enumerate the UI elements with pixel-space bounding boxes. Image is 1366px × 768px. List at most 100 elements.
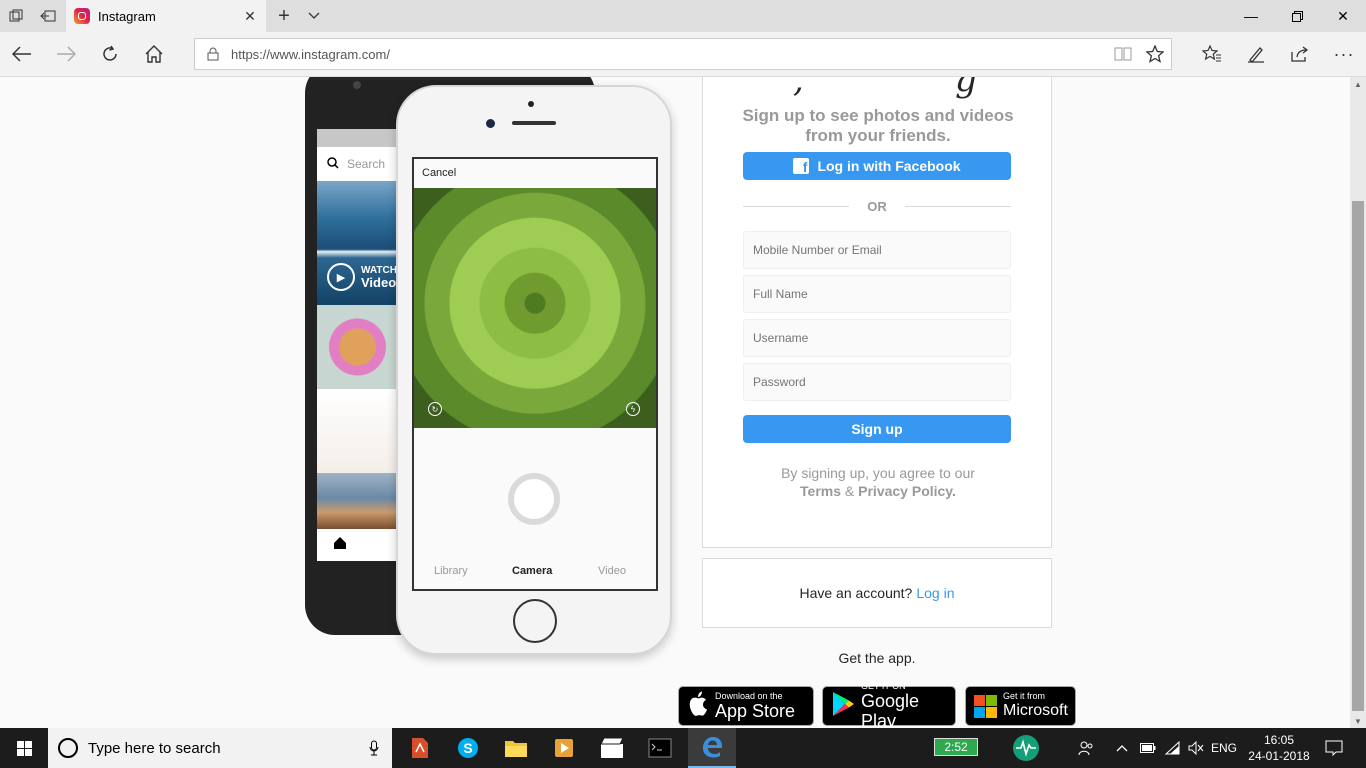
have-account-text: Have an account?: [799, 585, 913, 601]
app-store-small-text: Download on the: [715, 691, 783, 701]
phone-front-image: Cancel ↻ ϟ Library Camera Video: [396, 85, 672, 655]
url-text[interactable]: https://www.instagram.com/: [231, 47, 1107, 62]
movie-maker-icon[interactable]: [588, 728, 636, 768]
microsoft-small-text: Get it from: [1003, 691, 1046, 701]
google-play-small-text: GET IT ON: [861, 681, 906, 691]
phone-home-button: [513, 599, 557, 643]
clock-time: 16:05: [1263, 733, 1295, 747]
set-tabs-aside-icon[interactable]: [32, 0, 64, 32]
username-field[interactable]: [743, 319, 1011, 357]
close-window-button[interactable]: ✕: [1320, 0, 1366, 32]
instagram-favicon-icon: [74, 8, 90, 24]
tab-instagram[interactable]: Instagram ✕: [66, 0, 266, 32]
search-icon: [327, 156, 339, 172]
terms-notice: By signing up, you agree to our Terms & …: [733, 464, 1023, 500]
mobile-or-email-field[interactable]: [743, 231, 1011, 269]
phone-search-bar: Search: [317, 147, 407, 181]
privacy-policy-link[interactable]: Privacy Policy.: [858, 483, 956, 499]
flash-icon: ϟ: [626, 402, 640, 416]
address-bar[interactable]: https://www.instagram.com/: [194, 38, 1172, 70]
get-app-label: Get the app.: [838, 650, 916, 666]
phone-front-screen: Cancel ↻ ϟ Library Camera Video: [412, 157, 658, 591]
login-link[interactable]: Log in: [916, 585, 954, 601]
microsoft-big-text: Microsoft: [1003, 702, 1068, 719]
pdf-app-icon[interactable]: [396, 728, 444, 768]
start-button[interactable]: [0, 728, 48, 768]
more-options-icon[interactable]: ···: [1322, 32, 1366, 76]
facebook-login-button[interactable]: f Log in with Facebook: [743, 152, 1011, 180]
lock-icon: [195, 47, 231, 61]
apple-icon: [687, 691, 709, 722]
taskbar-search-placeholder: Type here to search: [88, 739, 221, 757]
language-indicator[interactable]: ENG: [1208, 728, 1240, 768]
tab-list-chevron-icon[interactable]: [298, 0, 330, 32]
facebook-login-label: Log in with Facebook: [817, 158, 961, 174]
scroll-thumb[interactable]: [1352, 201, 1364, 711]
play-icon: ▶: [327, 263, 355, 291]
google-play-big-text: Google Play: [861, 691, 920, 728]
scroll-up-icon[interactable]: ▲: [1350, 77, 1366, 91]
or-divider: OR: [743, 198, 1011, 214]
battery-timer-widget[interactable]: 2:52: [934, 738, 978, 756]
signup-button[interactable]: Sign up: [743, 415, 1011, 443]
facebook-icon: f: [793, 158, 810, 174]
terms-ampersand: &: [844, 483, 855, 499]
login-card: Have an account? Log in: [702, 558, 1052, 628]
favorite-star-icon[interactable]: [1139, 39, 1171, 69]
share-icon[interactable]: [1278, 32, 1322, 76]
new-tab-icon[interactable]: +: [268, 0, 300, 32]
skype-icon[interactable]: S: [444, 728, 492, 768]
volume-muted-icon[interactable]: [1184, 728, 1208, 768]
microphone-icon[interactable]: [356, 740, 392, 756]
signup-tagline: Sign up to see photos and videos from yo…: [742, 106, 1014, 145]
refresh-icon[interactable]: [88, 32, 132, 76]
tab-title: Instagram: [98, 8, 156, 24]
system-clock[interactable]: 16:05 24-01-2018: [1240, 732, 1318, 764]
taskbar-search-box[interactable]: Type here to search: [48, 728, 392, 768]
password-field[interactable]: [743, 363, 1011, 401]
clock-date: 24-01-2018: [1248, 749, 1310, 763]
reading-view-icon[interactable]: [1107, 39, 1139, 69]
battery-icon[interactable]: [1136, 728, 1160, 768]
page-scrollbar[interactable]: ▲ ▼: [1350, 77, 1366, 728]
action-center-icon[interactable]: [1318, 728, 1350, 768]
signup-card: , g Sign up to see photos and videos fro…: [702, 77, 1052, 548]
instagram-logo-fragment: , g: [793, 77, 977, 100]
people-icon[interactable]: [1072, 728, 1100, 768]
file-explorer-icon[interactable]: [492, 728, 540, 768]
forward-icon[interactable]: [44, 32, 88, 76]
minimize-button[interactable]: —: [1228, 0, 1274, 32]
navigation-bar: https://www.instagram.com/ ···: [0, 32, 1366, 77]
dog-photo: [317, 389, 407, 473]
edge-browser-icon[interactable]: [688, 728, 736, 768]
microsoft-store-badge[interactable]: Get it from Microsoft: [965, 686, 1076, 726]
cat-photo: [317, 305, 407, 389]
back-icon[interactable]: [0, 32, 44, 76]
google-play-badge[interactable]: GET IT ON Google Play: [822, 681, 956, 728]
camera-tab-camera: Camera: [512, 565, 553, 577]
tab-preview-icon[interactable]: [0, 0, 32, 32]
phone-bottom-nav: [317, 529, 407, 561]
activity-monitor-icon[interactable]: [1004, 728, 1048, 768]
signup-button-label: Sign up: [851, 421, 903, 437]
web-note-icon[interactable]: [1234, 32, 1278, 76]
succulent-photo: ↻ ϟ: [414, 188, 656, 428]
app-store-big-text: App Store: [715, 701, 796, 721]
wifi-icon[interactable]: [1160, 728, 1184, 768]
close-tab-icon[interactable]: ✕: [240, 6, 260, 26]
full-name-field[interactable]: [743, 275, 1011, 313]
google-play-icon: [831, 691, 855, 722]
command-prompt-icon[interactable]: [636, 728, 684, 768]
scroll-down-icon[interactable]: ▼: [1350, 714, 1366, 728]
camera-tab-video: Video: [598, 565, 626, 577]
show-hidden-icons-chevron-icon[interactable]: [1110, 728, 1134, 768]
windows-taskbar: Type here to search S 2:52 ENG 16:05 24-…: [0, 728, 1366, 768]
app-store-badge[interactable]: Download on the App Store: [678, 686, 814, 726]
terms-link[interactable]: Terms: [800, 483, 841, 499]
camera-tab-library: Library: [434, 565, 468, 577]
media-player-icon[interactable]: [540, 728, 588, 768]
home-icon[interactable]: [132, 32, 176, 76]
video-label: Video: [361, 275, 397, 290]
restore-button[interactable]: [1274, 0, 1320, 32]
favorites-hub-icon[interactable]: [1190, 32, 1234, 76]
